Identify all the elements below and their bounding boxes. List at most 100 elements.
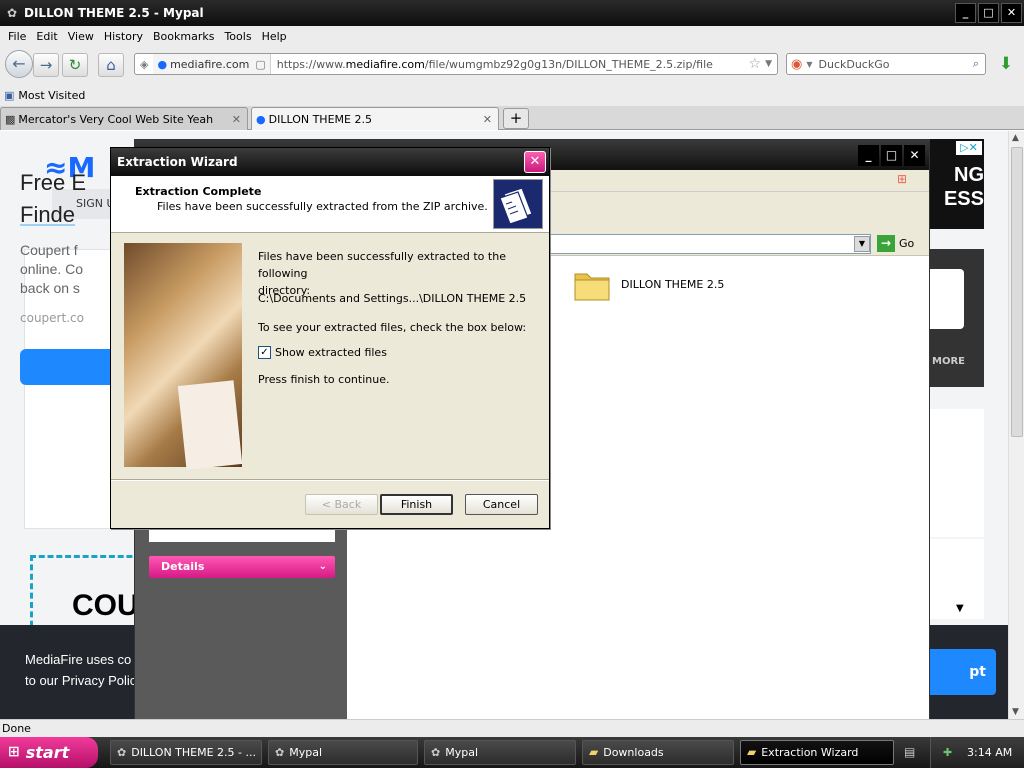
folder-address-field[interactable]: ▼ [549, 234, 871, 254]
dialog-titlebar: Extraction Wizard [111, 148, 549, 176]
tab-strip: ▩ Mercator's Very Cool Web Site Yeah ✕ ●… [0, 106, 1024, 130]
bookmark-star-icon[interactable]: ☆ [745, 56, 766, 72]
tab-mercator[interactable]: ▩ Mercator's Very Cool Web Site Yeah ✕ [0, 107, 248, 130]
maximize-button[interactable]: □ [978, 3, 999, 23]
menu-view[interactable]: View [68, 30, 94, 43]
menu-bar: File Edit View History Bookmarks Tools H… [0, 26, 1024, 46]
close-button[interactable]: ✕ [1001, 3, 1022, 23]
forward-button[interactable]: → [33, 53, 59, 77]
new-tab-button[interactable]: + [503, 108, 529, 129]
search-placeholder: DuckDuckGo [818, 57, 890, 71]
shield-icon: ◈ [140, 57, 149, 71]
site-favicon-icon: ▩ [5, 112, 16, 126]
dialog-separator [111, 479, 549, 481]
back-button[interactable]: ← [5, 50, 33, 78]
ad-text-line: back on s [20, 280, 80, 296]
back-button[interactable]: < Back [305, 494, 378, 515]
network-icon[interactable]: ✚ [943, 737, 952, 768]
site-identity[interactable]: ● mediafire.com ▢ [153, 54, 271, 74]
downloads-button[interactable]: ⬇ [994, 54, 1018, 74]
tab-close-icon[interactable]: ✕ [483, 113, 492, 126]
go-button[interactable]: → Go [877, 235, 914, 252]
ad-domain: coupert.co [20, 311, 84, 325]
go-arrow-icon: → [877, 235, 895, 252]
taskbar-item-mypal-2[interactable]: ✿ Mypal [424, 740, 576, 765]
bookmarks-toolbar: ▣ Most Visited [0, 84, 1024, 106]
show-files-checkbox[interactable]: ✓ [258, 346, 271, 359]
chevron-down-icon: ▼ [956, 603, 964, 614]
most-visited-icon: ▣ [4, 88, 15, 102]
home-icon: ⌂ [106, 56, 116, 74]
taskbar-item-dillon-theme[interactable]: ✿ DILLON THEME 2.5 - ... [110, 740, 262, 765]
tab-dillon-theme[interactable]: ● DILLON THEME 2.5 ✕ [251, 107, 499, 130]
start-button[interactable]: ⊞ start [0, 737, 98, 768]
home-button[interactable]: ⌂ [98, 53, 124, 77]
ad-title: Free E Finde [20, 167, 86, 231]
browser-titlebar: ✿ DILLON THEME 2.5 - Mypal _ □ ✕ [0, 0, 1024, 26]
search-box[interactable]: ◉ ▼ DuckDuckGo ⌕ [786, 53, 986, 75]
right-panel-field [930, 269, 964, 329]
minimize-button[interactable]: _ [858, 145, 879, 166]
scrollbar-thumb[interactable] [1011, 147, 1023, 437]
go-label: Go [899, 237, 915, 250]
paper-image-detail [177, 380, 243, 470]
dialog-close-button[interactable]: ✕ [524, 151, 546, 173]
menu-bookmarks[interactable]: Bookmarks [153, 30, 214, 43]
details-section-header[interactable]: Details ⌄ [149, 556, 335, 578]
checkbox-label[interactable]: Show extracted files [275, 344, 387, 361]
taskbar: ⊞ start ✿ DILLON THEME 2.5 - ... ✿ Mypal… [0, 737, 1024, 768]
menu-help[interactable]: Help [262, 30, 287, 43]
ad-text: Coupert f online. Co back on s [20, 241, 83, 298]
cancel-button[interactable]: Cancel [465, 494, 538, 515]
taskbar-item-extraction-wizard[interactable]: ▰ Extraction Wizard [740, 740, 894, 765]
cookie-text-line[interactable]: to our Privacy Polic [25, 670, 136, 691]
search-icon[interactable]: ⌕ [973, 57, 985, 71]
folder-item[interactable]: DILLON THEME 2.5 [573, 266, 724, 302]
keyboard-icon[interactable]: ▤ [904, 745, 915, 759]
show-files-option[interactable]: ✓ Show extracted files [258, 344, 387, 361]
mypal-icon: ✿ [431, 746, 441, 759]
taskbar-item-mypal[interactable]: ✿ Mypal [268, 740, 418, 765]
url-dropdown-icon[interactable]: ▼ [765, 59, 777, 69]
url-text[interactable]: https://www.mediafire.com/file/wumgmbz92… [271, 58, 745, 71]
finish-hint: Press finish to continue. [258, 373, 390, 386]
check-hint: To see your extracted files, check the b… [258, 321, 527, 334]
accept-cookies-button[interactable]: pt [930, 649, 996, 695]
taskbar-item-label: Mypal [289, 746, 322, 759]
menu-tools[interactable]: Tools [224, 30, 251, 43]
search-engine-dropdown-icon[interactable]: ▼ [806, 60, 818, 69]
bookmark-most-visited-label: Most Visited [18, 88, 86, 102]
page-scrollbar[interactable]: ▲ ▼ [1008, 131, 1024, 719]
bookmark-most-visited[interactable]: ▣ Most Visited [4, 89, 85, 102]
coupon-text: COU [72, 589, 139, 622]
scroll-up-icon[interactable]: ▲ [1012, 133, 1019, 143]
finish-button[interactable]: Finish [380, 494, 453, 515]
mediafire-favicon-icon: ● [256, 112, 266, 126]
url-prefix: https://www. [276, 57, 346, 71]
extraction-wizard-dialog: Extraction Wizard ✕ Extraction Complete … [110, 147, 550, 529]
more-button[interactable]: MORE [930, 356, 965, 367]
zip-folder-icon [493, 179, 543, 229]
reload-button[interactable]: ↻ [62, 53, 88, 77]
clock[interactable]: 3:14 AM [967, 746, 1012, 759]
maximize-button[interactable]: □ [881, 145, 902, 166]
forward-arrow-icon: → [39, 56, 53, 74]
right-select-box[interactable]: ▼ [930, 539, 984, 619]
ad-choices-icon[interactable]: ▷✕ [956, 141, 982, 155]
taskbar-item-label: Mypal [445, 746, 478, 759]
address-dropdown-icon[interactable]: ▼ [854, 236, 870, 252]
tab-close-icon[interactable]: ✕ [232, 113, 241, 126]
minimize-button[interactable]: _ [955, 3, 976, 23]
right-content-box [930, 409, 984, 537]
scroll-down-icon[interactable]: ▼ [1012, 707, 1019, 717]
mypal-icon: ✿ [275, 746, 285, 759]
lock-icon: ▢ [255, 57, 266, 71]
menu-file[interactable]: File [8, 30, 26, 43]
taskbar-item-downloads[interactable]: ▰ Downloads [582, 740, 734, 765]
menu-history[interactable]: History [104, 30, 143, 43]
address-bar[interactable]: ◈ ● mediafire.com ▢ https://www.mediafir… [134, 53, 778, 75]
menu-edit[interactable]: Edit [36, 30, 57, 43]
folder-name: DILLON THEME 2.5 [621, 277, 725, 291]
close-button[interactable]: ✕ [904, 145, 925, 166]
browser-status-bar: Done [0, 719, 1024, 737]
